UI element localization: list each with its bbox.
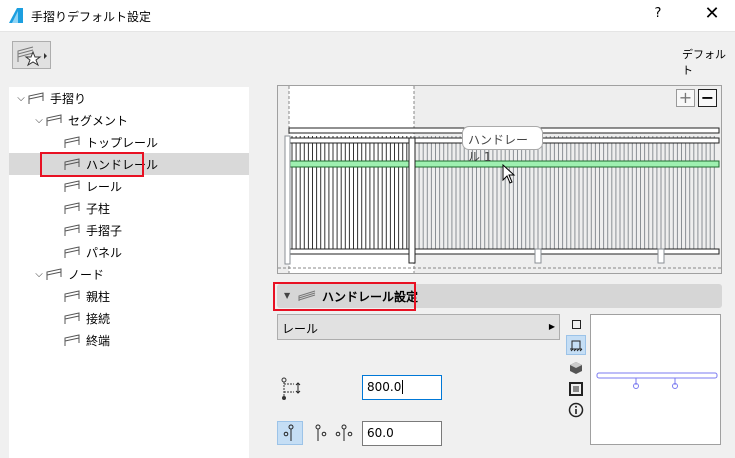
rail-icon (64, 180, 80, 192)
tree-item-panel[interactable]: パネル (9, 241, 249, 263)
handrail-profile-drawing (596, 372, 718, 389)
tree-item-label: トップレール (86, 135, 159, 150)
tree-item-label: 手摺子 (86, 223, 123, 238)
offset-value: 60.0 (367, 426, 394, 440)
railing-icon (28, 92, 44, 104)
handrail-tooltip: ハンドレール 1 (462, 126, 543, 164)
tree-item-label: セグメント (68, 113, 129, 128)
chevron-down-icon[interactable]: ⌵ (33, 269, 45, 280)
end-icon (64, 334, 80, 346)
settings-tree: ⌵ 手摺り ⌵ セグメント トップレール ハンドレール レール 子柱 手摺子 パネル ⌵ ノード 親柱接… (9, 87, 249, 458)
rail-type-value: レール (282, 322, 319, 336)
tree-item-label: 親柱 (86, 289, 111, 304)
film-view-button[interactable] (566, 379, 586, 399)
floor-plan-view-button[interactable] (566, 314, 586, 334)
anchor-left-icon (283, 424, 294, 441)
anchor-left-toggle[interactable] (277, 421, 303, 445)
tree-item-label: 手摺り (50, 91, 87, 106)
section-highlight (273, 282, 416, 311)
height-value: 800.0 (367, 380, 402, 394)
tree-item-post[interactable]: 子柱 (9, 197, 249, 219)
3d-view-button[interactable] (566, 358, 586, 378)
main-post-icon (64, 290, 80, 302)
tree-item-rail[interactable]: レール (9, 175, 249, 197)
zoom-out-button[interactable]: − (698, 89, 717, 107)
tree-item-label: 終端 (86, 333, 111, 348)
tree-item-node[interactable]: ⌵ ノード (9, 263, 249, 285)
post-icon (64, 202, 80, 214)
close-button[interactable]: ✕ (700, 3, 724, 24)
chevron-down-icon[interactable]: ⌵ (33, 115, 45, 126)
baluster-icon (64, 224, 80, 236)
section-view-button[interactable] (566, 335, 586, 355)
selection-highlight (40, 152, 144, 177)
tree-item-main-post[interactable]: 親柱 (9, 285, 249, 307)
railing-star-icon (17, 46, 47, 67)
connection-icon (64, 312, 80, 324)
tree-item-label: ノード (68, 267, 105, 282)
tree-item-baluster[interactable]: 手摺子 (9, 219, 249, 241)
chevron-right-icon: ▶ (548, 322, 555, 331)
node-icon (46, 268, 62, 280)
tree-item-railing[interactable]: ⌵ 手摺り (9, 87, 249, 109)
railing-preview[interactable]: + − ハンドレール 1 (277, 85, 722, 274)
window-title: 手摺りデフォルト設定 (31, 10, 152, 24)
height-icon (281, 377, 301, 400)
railing-drawing (278, 86, 721, 273)
tree-item-segment[interactable]: ⌵ セグメント (9, 109, 249, 131)
profile-preview (590, 314, 721, 445)
film-icon (569, 382, 583, 396)
tree-item-label: レール (86, 179, 123, 194)
title-bar: 手摺りデフォルト設定 ? ✕ (0, 0, 735, 32)
zoom-in-button[interactable]: + (676, 89, 695, 107)
cube-icon (570, 362, 582, 374)
favorites-button[interactable] (12, 41, 51, 69)
tree-item-end[interactable]: 終端 (9, 329, 249, 351)
panel-icon (64, 246, 80, 258)
section-icon (570, 340, 583, 352)
tree-item-top-rail[interactable]: トップレール (9, 131, 249, 153)
anchor-both-icon (335, 424, 353, 441)
offset-input[interactable]: 60.0 (362, 421, 442, 446)
height-input[interactable]: 800.0 (362, 375, 442, 400)
default-label: デフォルト (682, 48, 726, 77)
tree-item-connection[interactable]: 接続 (9, 307, 249, 329)
tree-item-label: パネル (86, 245, 123, 260)
chevron-down-icon[interactable]: ⌵ (15, 93, 27, 104)
anchor-right-toggle[interactable] (307, 421, 333, 445)
mouse-cursor-icon (502, 164, 516, 184)
anchor-right-icon (315, 424, 327, 441)
help-button[interactable]: ? (648, 6, 668, 21)
square-icon (571, 319, 581, 329)
top-rail-icon (64, 136, 80, 148)
tree-item-label: 接続 (86, 311, 111, 326)
info-icon (568, 402, 584, 418)
text-caret (402, 380, 404, 394)
segment-icon (46, 114, 62, 126)
info-button[interactable] (566, 400, 586, 420)
archicad-app-icon (9, 8, 23, 23)
tree-item-label: 子柱 (86, 201, 111, 216)
anchor-both-toggle[interactable] (331, 421, 357, 445)
rail-type-dropdown[interactable]: レール ▶ (277, 314, 560, 340)
